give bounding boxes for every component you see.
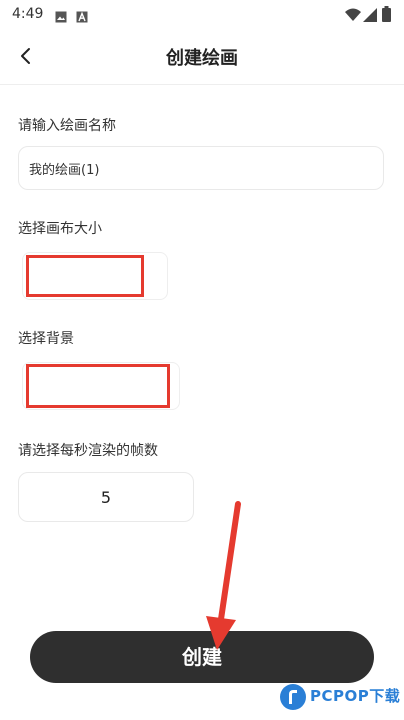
signal-icon [363, 7, 377, 26]
canvas-size-label: 选择画布大小 [18, 221, 102, 237]
canvas-size-highlight-box [26, 255, 144, 297]
battery-icon [382, 6, 391, 26]
background-highlight-box [26, 364, 170, 408]
wifi-icon [345, 7, 361, 26]
fps-label: 请选择每秒渲染的帧数 [18, 443, 158, 459]
name-label: 请输入绘画名称 [18, 118, 116, 134]
status-time: 4:49 [12, 6, 44, 22]
watermark-text: PCPOP下载 [310, 687, 401, 705]
gallery-icon [55, 8, 67, 23]
app-bar: 创建绘画 [0, 30, 404, 85]
pcpop-watermark: PCPOP下载 [280, 682, 404, 720]
a-letter-icon [76, 8, 88, 23]
fps-input[interactable] [18, 472, 194, 522]
red-arrow-annotation [206, 501, 241, 650]
background-label: 选择背景 [18, 331, 74, 347]
page-title: 创建绘画 [166, 48, 238, 69]
pcpop-logo-icon [280, 684, 306, 710]
drawing-name-input[interactable] [18, 146, 384, 190]
status-bar: 4:49 [0, 0, 404, 30]
